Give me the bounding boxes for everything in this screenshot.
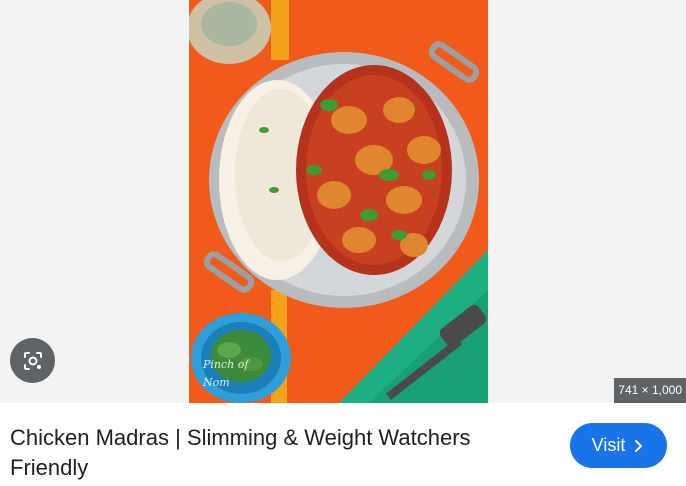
result-title[interactable]: Chicken Madras | Slimming & Weight Watch… (10, 423, 530, 483)
visit-button-label: Visit (591, 435, 626, 455)
image-preview-panel: Pinch of Nom 741 × 1,000 (0, 0, 686, 403)
watermark: Nom (202, 376, 230, 389)
google-lens-icon (23, 351, 42, 370)
chicken-madras-photo[interactable]: Pinch of Nom (189, 0, 488, 403)
image-dimensions-badge: 741 × 1,000 (614, 378, 686, 403)
visit-button[interactable]: Visit (570, 423, 667, 468)
chevron-right-icon (631, 439, 645, 453)
watermark: Pinch of (202, 358, 250, 371)
google-lens-button[interactable] (10, 338, 55, 383)
